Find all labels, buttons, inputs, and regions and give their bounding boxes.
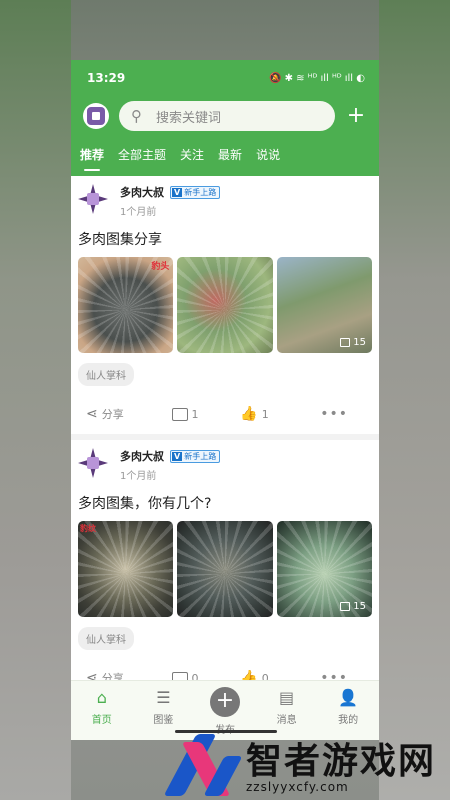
background-blur-right (379, 0, 450, 800)
post-time: 1个月前 (120, 471, 157, 482)
post-actions: ⋖ 分享 0 👍 0 ••• (78, 658, 372, 680)
comment-button[interactable]: 1 (171, 407, 241, 421)
watermark-logo-icon (163, 734, 243, 798)
nav-guide[interactable]: ☰ 图鉴 (133, 688, 193, 727)
nav-messages[interactable]: ▤ 消息 (257, 688, 317, 727)
search-icon: ⚲ (131, 107, 142, 125)
post-card[interactable]: 多肉大叔 V 新手上路 1个月前 多肉图集分享 豹头 15 仙人掌科 ⋖ 分享 … (71, 176, 379, 434)
author-name[interactable]: 多肉大叔 (120, 448, 164, 464)
author-row: 多肉大叔 V 新手上路 (120, 448, 221, 464)
share-icon: ⋖ (86, 670, 98, 680)
post-images: 豹纹 15 (78, 521, 372, 617)
post-header: 多肉大叔 V 新手上路 1个月前 (78, 184, 372, 218)
app-header: 13:29 🔕 ✱ ≋ ᴴᴰ ıll ᴴᴰ ıll ◐ ⚲ 搜索关键词 + 推荐… (71, 60, 379, 176)
status-bar: 13:29 🔕 ✱ ≋ ᴴᴰ ıll ᴴᴰ ıll ◐ (71, 60, 379, 96)
more-button[interactable]: ••• (320, 406, 348, 422)
post-time: 1个月前 (120, 207, 157, 218)
image-icon (340, 602, 351, 611)
like-button[interactable]: 👍 1 (240, 406, 320, 422)
post-meta: 多肉大叔 V 新手上路 1个月前 (120, 448, 221, 482)
user-level-badge: V 新手上路 (170, 449, 221, 463)
post-image[interactable] (177, 521, 273, 617)
search-placeholder: 搜索关键词 (156, 110, 222, 126)
post-header: 多肉大叔 V 新手上路 1个月前 (78, 448, 372, 482)
plus-circle-icon: + (209, 687, 240, 717)
app-screen: 13:29 🔕 ✱ ≋ ᴴᴰ ıll ᴴᴰ ıll ◐ ⚲ 搜索关键词 + 推荐… (71, 60, 379, 740)
post-image[interactable]: 豹头 (78, 257, 174, 353)
nav-home[interactable]: ⌂ 首页 (72, 688, 132, 727)
topic-tag[interactable]: 仙人掌科 (78, 363, 134, 386)
topic-tag[interactable]: 仙人掌科 (78, 627, 134, 650)
post-card[interactable]: 多肉大叔 V 新手上路 1个月前 多肉图集，你有几个? 豹纹 15 仙人掌科 ⋖… (71, 440, 379, 680)
author-row: 多肉大叔 V 新手上路 (120, 184, 221, 200)
tab-bar: 推荐 全部主题 关注 最新 说说 (71, 136, 379, 172)
search-row: ⚲ 搜索关键词 + (71, 96, 379, 136)
post-image[interactable]: 15 (276, 521, 372, 617)
author-name[interactable]: 多肉大叔 (120, 184, 164, 200)
post-actions: ⋖ 分享 1 👍 1 ••• (78, 394, 372, 434)
post-title[interactable]: 多肉图集，你有几个? (78, 493, 372, 513)
search-input[interactable]: ⚲ 搜索关键词 (119, 101, 335, 131)
site-watermark: 智者游戏网 zzslyyxcfy.com (163, 730, 450, 800)
badge-text: 新手上路 (184, 451, 217, 461)
image-icon (340, 338, 351, 347)
post-image[interactable]: 豹纹 (78, 521, 174, 617)
comment-button[interactable]: 0 (171, 671, 241, 680)
nav-profile[interactable]: 👤 我的 (318, 688, 378, 727)
thumbs-up-icon: 👍 (240, 406, 258, 422)
more-button[interactable]: ••• (320, 670, 348, 680)
post-feed[interactable]: 多肉大叔 V 新手上路 1个月前 多肉图集分享 豹头 15 仙人掌科 ⋖ 分享 … (71, 176, 379, 680)
share-button[interactable]: ⋖ 分享 (78, 670, 172, 680)
tab-talk[interactable]: 说说 (256, 146, 280, 163)
status-time: 13:29 (87, 71, 126, 85)
background-blur-left (0, 0, 71, 800)
user-avatar[interactable] (83, 103, 109, 129)
tab-recommend[interactable]: 推荐 (80, 146, 104, 171)
verified-icon: V (172, 451, 183, 461)
user-level-badge: V 新手上路 (170, 185, 221, 199)
share-button[interactable]: ⋖ 分享 (78, 406, 172, 422)
thumbs-up-icon: 👍 (240, 670, 258, 680)
message-icon: ▤ (279, 688, 295, 707)
verified-icon: V (172, 187, 183, 197)
watermark-title: 智者游戏网 (246, 741, 437, 782)
tab-follow[interactable]: 关注 (180, 146, 204, 163)
like-button[interactable]: 👍 0 (240, 670, 320, 680)
post-image[interactable]: 15 (276, 257, 372, 353)
image-label: 豹纹 (80, 524, 96, 533)
nav-publish[interactable]: + 发布 (195, 687, 255, 736)
home-icon: ⌂ (96, 688, 107, 707)
tab-all-topics[interactable]: 全部主题 (118, 146, 166, 163)
image-label: 豹头 (151, 262, 170, 272)
list-icon: ☰ (156, 688, 171, 707)
tab-latest[interactable]: 最新 (218, 146, 242, 163)
watermark-url: zzslyyxcfy.com (246, 780, 349, 794)
comment-icon (171, 407, 188, 421)
author-avatar[interactable] (78, 184, 108, 214)
person-icon: 👤 (338, 688, 359, 707)
post-meta: 多肉大叔 V 新手上路 1个月前 (120, 184, 221, 218)
status-icons: 🔕 ✱ ≋ ᴴᴰ ıll ᴴᴰ ıll ◐ (268, 72, 365, 84)
image-count: 15 (340, 601, 366, 612)
share-icon: ⋖ (86, 406, 98, 422)
avatar-icon (87, 107, 105, 125)
add-button[interactable]: + (345, 105, 367, 127)
comment-icon (171, 671, 188, 680)
author-avatar[interactable] (78, 448, 108, 478)
image-count: 15 (340, 337, 366, 348)
post-images: 豹头 15 (78, 257, 372, 353)
badge-text: 新手上路 (184, 187, 217, 197)
post-image[interactable] (177, 257, 273, 353)
post-title[interactable]: 多肉图集分享 (78, 229, 372, 249)
